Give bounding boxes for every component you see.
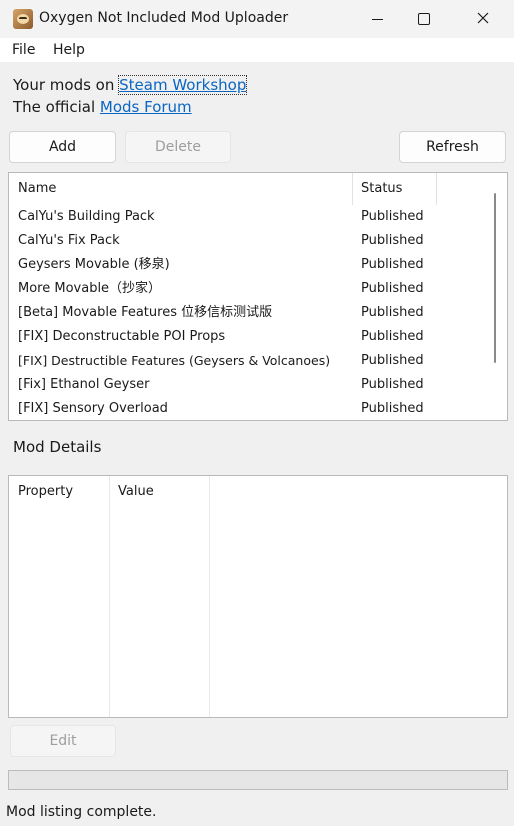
mod-status: Published xyxy=(361,257,424,272)
mod-status: Published xyxy=(361,281,424,296)
mod-status: Published xyxy=(361,377,424,392)
mod-name: [Beta] Movable Features 位移信标测试版 xyxy=(18,305,273,320)
maximize-button[interactable] xyxy=(401,0,447,38)
column-separator xyxy=(352,173,353,205)
menu-file[interactable]: File xyxy=(12,42,35,58)
maximize-icon xyxy=(418,13,430,25)
refresh-button[interactable]: Refresh xyxy=(399,131,506,163)
status-text: Mod listing complete. xyxy=(6,804,157,820)
mod-name: [Fix] Ethanol Geyser xyxy=(18,377,150,392)
mod-name: CalYu's Fix Pack xyxy=(18,233,120,248)
close-button[interactable] xyxy=(461,0,507,38)
column-value[interactable]: Value xyxy=(118,484,154,499)
title-bar: Oxygen Not Included Mod Uploader xyxy=(0,0,514,38)
forum-prefix: The official xyxy=(13,98,100,116)
mod-status: Published xyxy=(361,353,424,368)
workshop-prefix: Your mods on xyxy=(13,76,120,94)
edit-button[interactable]: Edit xyxy=(10,725,116,757)
mod-name: Geysers Movable (移泉) xyxy=(18,257,170,272)
menu-bar: File Help xyxy=(0,38,514,62)
mod-name: [FIX] Sensory Overload xyxy=(18,401,168,416)
mod-name: CalYu's Building Pack xyxy=(18,209,155,224)
mod-status: Published xyxy=(361,209,424,224)
progress-bar xyxy=(8,770,508,790)
mods-forum-link[interactable]: Mods Forum xyxy=(100,98,192,116)
minimize-icon xyxy=(372,19,383,20)
forum-line: The official Mods Forum xyxy=(13,98,192,116)
close-icon xyxy=(477,12,489,24)
list-item[interactable]: CalYu's Fix Pack Published xyxy=(9,229,489,253)
mod-details-title: Mod Details xyxy=(13,438,102,456)
minimize-button[interactable] xyxy=(355,0,401,38)
add-button[interactable]: Add xyxy=(9,131,116,163)
column-property[interactable]: Property xyxy=(18,484,73,499)
column-separator xyxy=(109,476,110,717)
list-item[interactable]: [Fix] Ethanol Geyser Published xyxy=(9,373,489,397)
column-name[interactable]: Name xyxy=(18,173,56,205)
workshop-line: Your mods on Steam Workshop xyxy=(13,75,248,95)
menu-help[interactable]: Help xyxy=(53,42,85,58)
mod-status: Published xyxy=(361,305,424,320)
mod-status: Published xyxy=(361,329,424,344)
list-scrollbar[interactable] xyxy=(494,193,496,363)
list-item[interactable]: [FIX] Destructible Features (Geysers & V… xyxy=(9,349,489,373)
list-item[interactable]: [FIX] Deconstructable POI Props Publishe… xyxy=(9,325,489,349)
status-bar: Mod listing complete. xyxy=(0,800,514,826)
column-separator xyxy=(436,173,437,205)
property-grid[interactable]: Property Value xyxy=(8,475,508,718)
app-icon xyxy=(13,9,33,29)
list-item[interactable]: More Movable（抄家） Published xyxy=(9,277,489,301)
mod-name: More Movable（抄家） xyxy=(18,281,162,296)
mod-name: [FIX] Deconstructable POI Props xyxy=(18,329,226,344)
column-separator xyxy=(209,476,210,717)
column-status[interactable]: Status xyxy=(361,173,402,205)
window-title: Oxygen Not Included Mod Uploader xyxy=(39,10,289,26)
mod-status: Published xyxy=(361,233,424,248)
mod-status: Published xyxy=(361,401,424,416)
steam-workshop-link[interactable]: Steam Workshop xyxy=(118,75,248,95)
list-item[interactable]: [FIX] Sensory Overload Published xyxy=(9,397,489,420)
mod-list[interactable]: Name Status CalYu's Building Pack Publis… xyxy=(8,172,508,421)
delete-button[interactable]: Delete xyxy=(125,131,231,163)
list-item[interactable]: Geysers Movable (移泉) Published xyxy=(9,253,489,277)
mod-name: [FIX] Destructible Features (Geysers & V… xyxy=(18,353,331,368)
mod-list-header: Name Status xyxy=(9,173,507,205)
list-item[interactable]: CalYu's Building Pack Published xyxy=(9,205,489,229)
list-item[interactable]: [Beta] Movable Features 位移信标测试版 Publishe… xyxy=(9,301,489,325)
